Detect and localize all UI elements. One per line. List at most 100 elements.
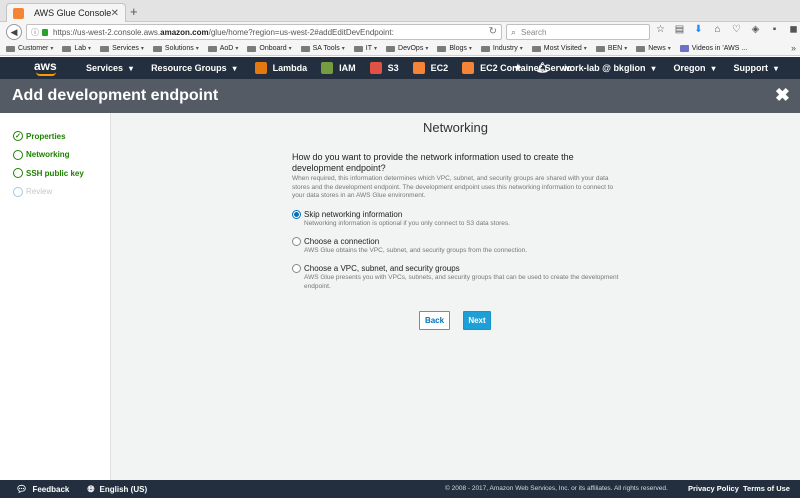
- next-button[interactable]: Next: [463, 311, 491, 330]
- bookmark-star-icon[interactable]: ☆: [654, 24, 667, 35]
- aws-logo-text: aws: [34, 59, 57, 73]
- page-title: Add development endpoint: [12, 87, 219, 104]
- shortcut-iam[interactable]: IAM: [321, 62, 356, 74]
- folder-icon: [62, 45, 72, 52]
- shortcut-s3[interactable]: S3: [369, 62, 399, 74]
- chat-icon[interactable]: ▪: [768, 24, 781, 35]
- home-icon[interactable]: ⌂: [711, 24, 724, 35]
- folder-icon: [636, 45, 646, 52]
- support-menu[interactable]: Support ▾: [733, 63, 778, 73]
- resource-groups-label: Resource Groups: [151, 63, 227, 73]
- bookmark-item[interactable]: News ▾: [636, 45, 671, 52]
- step-ssh-public-key[interactable]: SSH public key: [0, 164, 110, 183]
- shield-icon[interactable]: ◈: [749, 24, 762, 35]
- bookmark-item[interactable]: Services ▾: [100, 45, 144, 52]
- chevron-down-icon: ▾: [425, 46, 429, 52]
- browser-search-box[interactable]: ⌕ Search: [506, 24, 650, 40]
- video-icon: [679, 45, 689, 52]
- account-label: work-lab @ bkglion: [562, 63, 646, 73]
- account-menu[interactable]: work-lab @ bkglion ▾: [563, 63, 656, 73]
- bookmark-item[interactable]: Blogs ▾: [437, 45, 472, 52]
- reader-icon[interactable]: ▤: [673, 24, 686, 35]
- bookmark-item[interactable]: SA Tools ▾: [300, 45, 345, 52]
- wizard-header: Add development endpoint ✖: [0, 79, 800, 113]
- shortcut-lambda[interactable]: Lambda: [254, 62, 307, 74]
- language-selector[interactable]: 🌐︎ English (US): [87, 484, 147, 495]
- option-label: Choose a VPC, subnet, and security group…: [304, 264, 460, 273]
- option-label: Skip networking information: [304, 210, 403, 219]
- folder-icon: [531, 45, 541, 52]
- bookmark-item[interactable]: Solutions ▾: [152, 45, 199, 52]
- close-icon[interactable]: ✖: [775, 85, 790, 106]
- bookmark-label: Industry: [492, 45, 518, 52]
- extension-icon[interactable]: ◼: [787, 24, 800, 35]
- download-icon[interactable]: ⬇: [692, 24, 705, 35]
- search-placeholder: Search: [521, 27, 547, 37]
- ecs-icon: [462, 62, 475, 74]
- tab-close-icon[interactable]: ✕: [111, 8, 119, 19]
- s3-icon: [369, 62, 382, 74]
- bookmark-item[interactable]: Videos in 'AWS ...: [679, 45, 747, 52]
- back-button[interactable]: Back: [419, 311, 450, 330]
- bookmark-label: Services: [112, 45, 139, 52]
- terms-of-use-link[interactable]: Terms of Use: [743, 484, 790, 493]
- ec2-icon: [412, 62, 425, 74]
- browser-nav-bar: ◀ ⓘ https://us-west-2.console.aws. amazon…: [0, 22, 800, 42]
- aws-smile-icon: [36, 72, 56, 76]
- step-properties[interactable]: ✓ Properties: [0, 127, 110, 146]
- pocket-icon[interactable]: ♡: [730, 24, 743, 35]
- radio-button[interactable]: [292, 264, 301, 273]
- resource-groups-menu[interactable]: Resource Groups ▾: [151, 63, 237, 73]
- bookmark-label: AoD: [219, 45, 234, 52]
- option-label: Choose a connection: [304, 237, 380, 246]
- bookmarks-overflow-icon[interactable]: »: [791, 43, 796, 53]
- bookmark-label: DevOps: [398, 45, 424, 52]
- option-choose-connection[interactable]: Choose a connection AWS Glue obtains the…: [292, 237, 622, 256]
- bookmark-item[interactable]: AoD ▾: [207, 45, 238, 52]
- option-choose-vpc[interactable]: Choose a VPC, subnet, and security group…: [292, 264, 622, 291]
- privacy-policy-link[interactable]: Privacy Policy: [688, 484, 739, 493]
- bookmark-label: Blogs: [449, 45, 467, 52]
- radio-button[interactable]: [292, 237, 301, 246]
- bookmark-label: IT: [365, 45, 373, 52]
- region-menu[interactable]: Oregon ▾: [673, 63, 715, 73]
- bookmark-item[interactable]: Most Visited ▾: [531, 45, 587, 52]
- bookmark-item[interactable]: Onboard ▾: [247, 45, 292, 52]
- bookmark-label: Onboard: [259, 45, 287, 52]
- info-icon[interactable]: ⓘ: [31, 27, 39, 38]
- pin-icon[interactable]: ✦: [514, 63, 522, 74]
- option-description: AWS Glue obtains the VPC, subnet, and se…: [304, 247, 528, 254]
- bookmark-item[interactable]: Industry ▾: [480, 45, 523, 52]
- new-tab-button[interactable]: +: [130, 4, 138, 19]
- reload-icon[interactable]: ↻: [489, 26, 497, 37]
- shortcut-ec2[interactable]: EC2: [412, 62, 448, 74]
- bell-icon[interactable]: 🔔︎: [536, 63, 549, 74]
- chevron-down-icon: ▾: [50, 46, 54, 52]
- bookmark-item[interactable]: BEN ▾: [595, 45, 627, 52]
- bookmark-item[interactable]: IT ▾: [353, 45, 377, 52]
- services-menu[interactable]: Services ▾: [86, 63, 133, 73]
- bookmark-item[interactable]: Customer ▾: [6, 45, 53, 52]
- browser-toolbar: ☆ ▤ ⬇ ⌂ ♡ ◈ ▪ ◼ ☰: [654, 24, 800, 35]
- bookmark-item[interactable]: Lab ▾: [62, 45, 91, 52]
- chevron-down-icon: ▾: [773, 63, 778, 73]
- radio-button-selected[interactable]: [292, 210, 301, 219]
- tab-title: AWS Glue Console: [34, 8, 111, 18]
- url-domain: amazon.com: [160, 27, 209, 37]
- feedback-link[interactable]: 💬︎ Feedback: [16, 484, 69, 495]
- option-skip-networking[interactable]: Skip networking information Networking i…: [292, 210, 622, 229]
- bookmark-label: Most Visited: [543, 45, 582, 52]
- chevron-down-icon: ▾: [651, 63, 656, 73]
- support-label: Support: [733, 63, 768, 73]
- aws-logo[interactable]: aws: [34, 57, 74, 79]
- step-networking[interactable]: Networking: [0, 146, 110, 165]
- back-arrow-icon[interactable]: ◀: [6, 24, 22, 40]
- url-suffix: /glue/home?region=us-west-2#addEditDevEn…: [208, 27, 394, 37]
- browser-tab-bar: AWS Glue Console ✕ +: [0, 0, 800, 22]
- browser-tab[interactable]: AWS Glue Console ✕: [6, 3, 126, 22]
- chevron-down-icon: ▾: [583, 46, 587, 52]
- bookmark-item[interactable]: DevOps ▾: [386, 45, 428, 52]
- url-bar[interactable]: ⓘ https://us-west-2.console.aws. amazon.c…: [26, 24, 502, 40]
- folder-icon: [207, 45, 217, 52]
- chevron-down-icon: ▾: [519, 46, 523, 52]
